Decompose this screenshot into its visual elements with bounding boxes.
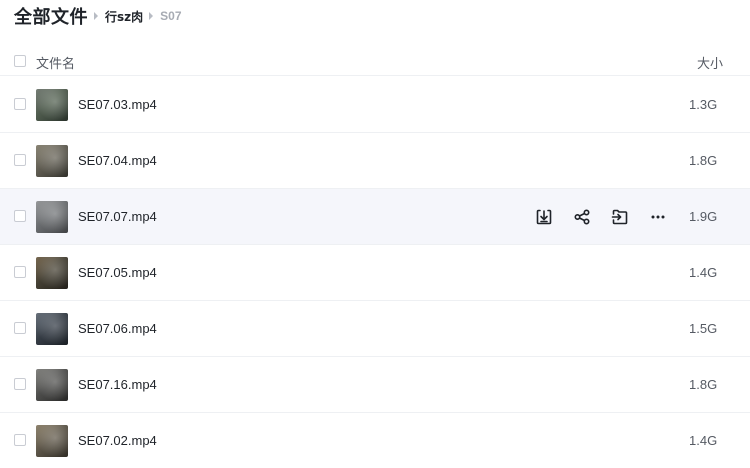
- file-name[interactable]: SE07.04.mp4: [78, 153, 157, 168]
- video-thumbnail[interactable]: [36, 313, 68, 345]
- column-header-name[interactable]: 文件名: [36, 53, 75, 72]
- video-thumbnail[interactable]: [36, 257, 68, 289]
- video-thumbnail[interactable]: [36, 369, 68, 401]
- more-icon: [649, 208, 667, 226]
- table-header: 文件名 大小: [0, 46, 750, 76]
- row-checkbox[interactable]: [14, 98, 26, 110]
- video-thumbnail[interactable]: [36, 425, 68, 457]
- file-size: 1.4G: [689, 433, 718, 448]
- row-checkbox[interactable]: [14, 434, 26, 446]
- share-button[interactable]: [570, 205, 594, 229]
- row-checkbox[interactable]: [14, 210, 26, 222]
- file-name[interactable]: SE07.05.mp4: [78, 265, 157, 280]
- table-row[interactable]: SE07.05.mp4 1.4G: [0, 245, 750, 301]
- file-list: SE07.03.mp4 1.3G SE07.04.mp4 1.8G SE07.07.mp…: [0, 77, 750, 468]
- file-size: 1.4G: [689, 265, 718, 280]
- file-size: 1.8G: [689, 153, 718, 168]
- breadcrumb-separator-icon: [94, 12, 98, 20]
- select-all-checkbox[interactable]: [14, 55, 26, 67]
- breadcrumb-parent[interactable]: 行sz肉: [105, 8, 143, 25]
- file-name[interactable]: SE07.03.mp4: [78, 97, 157, 112]
- breadcrumb-separator-icon: [149, 12, 154, 20]
- file-size: 1.8G: [689, 377, 718, 392]
- table-row[interactable]: SE07.07.mp4 1.9G: [0, 189, 750, 245]
- file-size: 1.9G: [689, 209, 718, 224]
- row-checkbox[interactable]: [14, 378, 26, 390]
- move-button[interactable]: [608, 205, 632, 229]
- video-thumbnail[interactable]: [36, 145, 68, 177]
- file-name[interactable]: SE07.02.mp4: [78, 433, 157, 448]
- file-size: 1.5G: [689, 321, 718, 336]
- share-icon: [573, 208, 591, 226]
- breadcrumb-current: S07: [160, 9, 182, 23]
- table-row[interactable]: SE07.16.mp4 1.8G: [0, 357, 750, 413]
- row-checkbox[interactable]: [14, 266, 26, 278]
- download-button[interactable]: [532, 205, 556, 229]
- row-checkbox[interactable]: [14, 154, 26, 166]
- file-name[interactable]: SE07.16.mp4: [78, 377, 157, 392]
- video-thumbnail[interactable]: [36, 201, 68, 233]
- breadcrumb: 全部文件 行sz肉 S07: [14, 4, 182, 28]
- table-row[interactable]: SE07.06.mp4 1.5G: [0, 301, 750, 357]
- file-name[interactable]: SE07.07.mp4: [78, 209, 157, 224]
- table-row[interactable]: SE07.04.mp4 1.8G: [0, 133, 750, 189]
- more-button[interactable]: [646, 205, 670, 229]
- file-name[interactable]: SE07.06.mp4: [78, 321, 157, 336]
- table-row[interactable]: SE07.02.mp4 1.4G: [0, 413, 750, 468]
- file-size: 1.3G: [689, 97, 718, 112]
- row-checkbox[interactable]: [14, 322, 26, 334]
- video-thumbnail[interactable]: [36, 89, 68, 121]
- row-actions: [532, 205, 684, 229]
- table-row[interactable]: SE07.03.mp4 1.3G: [0, 77, 750, 133]
- column-header-size[interactable]: 大小: [697, 53, 723, 72]
- breadcrumb-root[interactable]: 全部文件: [14, 3, 88, 29]
- download-icon: [535, 208, 553, 226]
- move-icon: [611, 208, 629, 226]
